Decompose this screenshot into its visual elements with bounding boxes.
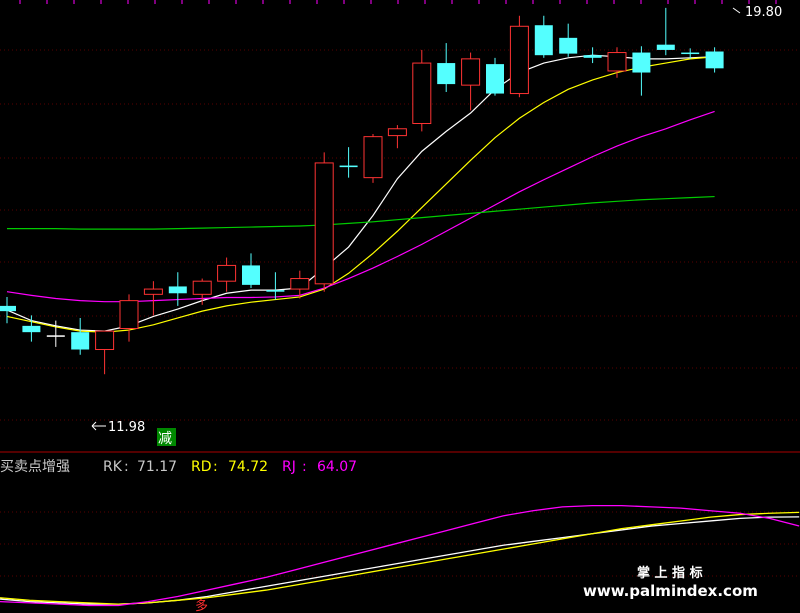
candle-body (656, 44, 675, 50)
candle-body (387, 128, 407, 137)
candle-body (363, 136, 383, 179)
candle (412, 49, 432, 132)
candle (192, 278, 212, 305)
candle (71, 317, 90, 355)
watermark-url: www.palmindex.com (583, 582, 758, 600)
stock-chart: 19.80 11.98 减 买卖点增强 RK : 71.17 RD : 74.7… (0, 0, 800, 613)
candle (168, 272, 187, 306)
candle-body (437, 63, 456, 85)
candle-body (461, 58, 481, 86)
candle (607, 47, 627, 78)
candle (705, 47, 724, 73)
indicator-title: 买卖点增强 (0, 459, 70, 475)
low-price-label: 11.98 (108, 420, 145, 435)
low-marker: 11.98 (91, 420, 145, 435)
ma-line-2 (6, 110, 715, 303)
watermark-title: 掌 上 指 标 (637, 565, 703, 581)
svg-text::: : (124, 459, 129, 475)
candle-body (168, 286, 187, 294)
high-marker: 19.80 (732, 5, 782, 20)
rj-value: 64.07 (317, 459, 357, 475)
candle (339, 147, 358, 178)
candle (559, 23, 578, 57)
candle-body (217, 264, 237, 282)
candle (242, 253, 260, 289)
candle (387, 125, 407, 149)
candle-body (119, 300, 139, 329)
candle (656, 7, 675, 56)
rk-value: 71.17 (137, 459, 177, 475)
indicator-header: 买卖点增强 RK : 71.17 RD : 74.72 RJ : 64.07 (0, 459, 357, 475)
candlesticks (0, 7, 724, 375)
candle (486, 57, 504, 96)
svg-text::: : (213, 459, 218, 475)
candle-body (681, 52, 700, 55)
candle-body (412, 62, 432, 125)
candle (509, 15, 529, 98)
candle-body (607, 52, 627, 72)
chart-window: 19.80 11.98 减 买卖点增强 RK : 71.17 RD : 74.7… (0, 0, 800, 613)
candle-body (509, 25, 529, 95)
candle (22, 315, 41, 342)
rd-value: 74.72 (228, 459, 268, 475)
watermark: 掌 上 指 标 www.palmindex.com (583, 565, 758, 600)
candle-body (242, 265, 260, 285)
moving-average-lines (6, 54, 715, 333)
candle (363, 134, 383, 183)
ma-line-3 (7, 195, 715, 230)
candle-body (314, 162, 334, 285)
candle-body (46, 335, 65, 337)
candle-body (486, 64, 504, 94)
candle-body (705, 51, 724, 69)
candle (95, 330, 115, 375)
candle (583, 47, 602, 64)
candle-body (559, 37, 578, 54)
candle-body (22, 325, 41, 333)
candle (217, 257, 237, 292)
candle (314, 152, 334, 292)
candle-body (632, 52, 651, 73)
sell-signal-label: 减 (158, 431, 172, 447)
candle-body (266, 290, 285, 292)
ma-line-0 (6, 54, 715, 332)
candle-body (339, 165, 358, 168)
candle (534, 15, 553, 58)
candle-body (0, 305, 16, 312)
rk-name: RK (103, 459, 123, 475)
candle (632, 46, 651, 96)
candle-body (95, 330, 115, 351)
svg-text::: : (302, 459, 307, 475)
candle (0, 296, 16, 324)
ma-line-1 (6, 56, 715, 333)
high-price-label: 19.80 (745, 5, 782, 20)
candle-body (290, 278, 310, 290)
candle (461, 52, 481, 111)
candle-body (143, 288, 163, 295)
sell-signal-badge: 减 (157, 428, 176, 447)
candle-body (71, 332, 90, 350)
candle-body (583, 55, 602, 58)
candle (143, 281, 163, 316)
candle (266, 272, 285, 300)
candle-body (192, 280, 212, 295)
rd-name: RD (191, 459, 212, 475)
buy-signal-label: 多 (195, 598, 208, 613)
candle-body (534, 25, 553, 56)
main-grid (0, 0, 800, 453)
rj-name: RJ (282, 459, 296, 475)
candle (119, 294, 139, 342)
